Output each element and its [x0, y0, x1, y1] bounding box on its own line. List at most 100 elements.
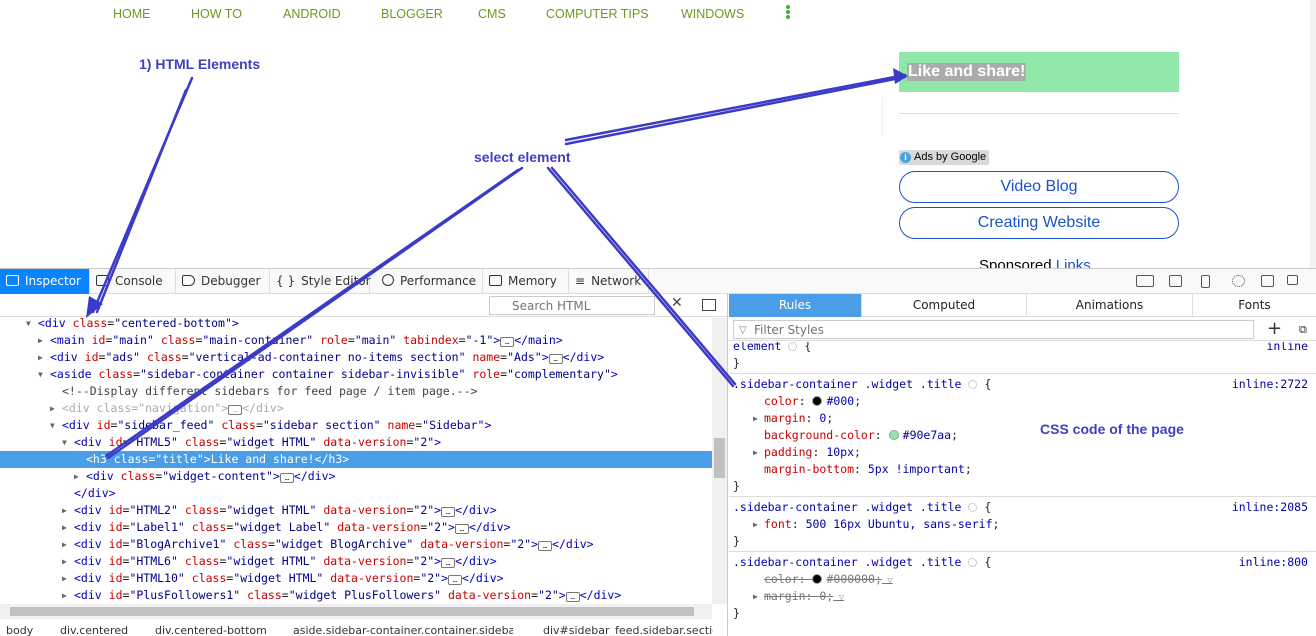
rule-selector-line[interactable]: element {inline: [729, 342, 1316, 355]
css-declaration[interactable]: color: #000000; ▽: [729, 571, 1316, 588]
tree-node[interactable]: ▶ <div id="HTML6" class="widget HTML" dat…: [0, 553, 712, 570]
css-declaration[interactable]: ▶ font: 500 16px Ubuntu, sans-serif;: [729, 516, 1316, 533]
frame-select-icon[interactable]: [1169, 275, 1182, 287]
collapsed-children-badge[interactable]: …: [538, 541, 553, 551]
tree-node[interactable]: ▶ <div id="Label1" class="widget Label" d…: [0, 519, 712, 536]
tab-rules[interactable]: Rules: [729, 294, 862, 317]
breadcrumb-item[interactable]: div#sidebar_feed.sidebar.section: [543, 624, 713, 636]
ad-link-creating-website[interactable]: Creating Website: [899, 207, 1179, 239]
expand-twisty-icon[interactable]: ▶: [753, 410, 758, 427]
collapsed-twisty-icon[interactable]: ▶: [62, 587, 67, 604]
tree-node[interactable]: ▶ <div id="ads" class="vertical-ad-contai…: [0, 349, 712, 366]
rule-source-link[interactable]: inline:2722: [1232, 376, 1308, 393]
more-vertical-icon[interactable]: [786, 4, 792, 22]
collapsed-children-badge[interactable]: …: [565, 592, 580, 602]
tree-node[interactable]: </div>: [0, 485, 712, 502]
filter-styles-input[interactable]: [733, 320, 1254, 339]
responsive-design-icon[interactable]: [1136, 275, 1154, 287]
expanded-twisty-icon[interactable]: ▼: [50, 417, 55, 434]
dock-side-icon[interactable]: [1261, 275, 1274, 287]
collapsed-twisty-icon[interactable]: ▶: [38, 349, 43, 366]
tree-horizontal-scrollbar[interactable]: [0, 604, 712, 619]
tree-node[interactable]: ▶ <div id="PlusFollowers1" class="widget …: [0, 587, 712, 604]
tree-node[interactable]: ▶ <div id="HTML10" class="widget HTML" da…: [0, 570, 712, 587]
css-property-name[interactable]: color: [764, 394, 799, 408]
tree-node[interactable]: ▶ <main id="main" class="main-container" …: [0, 332, 712, 349]
css-declaration[interactable]: ▶ padding: 10px;: [729, 444, 1316, 461]
color-swatch[interactable]: [888, 430, 899, 440]
collapsed-children-badge[interactable]: …: [441, 507, 456, 517]
separate-window-icon[interactable]: [1287, 275, 1298, 285]
breadcrumb-item[interactable]: div.centered-bottom: [155, 624, 267, 636]
ad-link-video-blog[interactable]: Video Blog: [899, 171, 1179, 203]
search-html-input[interactable]: [489, 296, 655, 315]
collapsed-twisty-icon[interactable]: ▶: [62, 502, 67, 519]
css-declaration[interactable]: ▶ margin: 0; ▽: [729, 588, 1316, 605]
collapsed-children-badge[interactable]: …: [448, 575, 463, 585]
expand-twisty-icon[interactable]: ▶: [753, 444, 758, 461]
filter-icon[interactable]: ▽: [833, 593, 844, 603]
collapsed-twisty-icon[interactable]: ▶: [38, 332, 43, 349]
expanded-twisty-icon[interactable]: ▼: [62, 434, 67, 451]
collapsed-children-badge[interactable]: …: [228, 405, 243, 415]
collapsed-twisty-icon[interactable]: ▶: [62, 536, 67, 553]
collapsed-twisty-icon[interactable]: ▶: [74, 468, 79, 485]
rule-source-link[interactable]: inline:800: [1239, 554, 1308, 571]
toggle-sidebar-icon[interactable]: [702, 299, 716, 311]
tab-inspector[interactable]: Inspector: [0, 269, 90, 294]
rule-source-link[interactable]: inline: [1266, 342, 1308, 355]
nav-android[interactable]: ANDROID: [283, 7, 341, 21]
settings-gear-icon[interactable]: [1232, 275, 1245, 287]
rule-selector[interactable]: .sidebar-container .widget .title: [733, 377, 961, 391]
css-property-value[interactable]: 0: [819, 411, 826, 425]
tab-animations[interactable]: Animations: [1027, 294, 1193, 317]
gear-icon[interactable]: [968, 558, 978, 567]
rule-selector[interactable]: .sidebar-container .widget .title: [733, 555, 961, 569]
color-swatch[interactable]: [812, 396, 823, 406]
tab-network[interactable]: ≡ Network: [569, 269, 649, 294]
css-property-name[interactable]: background-color: [764, 428, 875, 442]
expand-twisty-icon[interactable]: ▶: [753, 588, 758, 605]
rule-selector-line[interactable]: .sidebar-container .widget .title {inlin…: [729, 554, 1316, 571]
tree-node[interactable]: ▶ <div id="BlogArchive1" class="widget Bl…: [0, 536, 712, 553]
tree-node[interactable]: ▼ <div id="HTML5" class="widget HTML" dat…: [0, 434, 712, 451]
rule-selector[interactable]: element: [733, 342, 781, 353]
collapsed-children-badge[interactable]: …: [454, 524, 469, 534]
expanded-twisty-icon[interactable]: ▼: [26, 318, 31, 332]
scroll-thumb[interactable]: [714, 438, 725, 478]
css-property-name[interactable]: margin-bottom: [764, 462, 854, 476]
device-icon[interactable]: [1201, 275, 1210, 288]
nav-windows[interactable]: WINDOWS: [681, 7, 744, 21]
rule-selector-line[interactable]: .sidebar-container .widget .title {inlin…: [729, 499, 1316, 516]
gear-icon[interactable]: [788, 342, 798, 351]
tab-performance[interactable]: Performance: [376, 269, 483, 294]
css-property-value[interactable]: #000: [826, 394, 854, 408]
nav-cms[interactable]: CMS: [478, 7, 506, 21]
ads-by-google-badge[interactable]: i Ads by Google: [899, 150, 990, 165]
expand-twisty-icon[interactable]: ▶: [753, 516, 758, 533]
rule-source-link[interactable]: inline:2085: [1232, 499, 1308, 516]
tree-node[interactable]: ▼ <div id="sidebar_feed" class="sidebar s…: [0, 417, 712, 434]
collapsed-children-badge[interactable]: …: [500, 337, 515, 347]
collapsed-twisty-icon[interactable]: ▶: [50, 400, 55, 417]
css-declaration[interactable]: color: #000;: [729, 393, 1316, 410]
close-icon[interactable]: ✕: [671, 295, 683, 311]
tree-node[interactable]: ▼ <div class="centered-bottom">: [0, 318, 712, 332]
nav-computer-tips[interactable]: COMPUTER TIPS: [546, 7, 649, 21]
tab-style-editor[interactable]: { } Style Editor: [270, 269, 371, 294]
css-declaration[interactable]: background-color: #90e7aa;: [729, 427, 1316, 444]
scroll-thumb[interactable]: [10, 607, 694, 616]
tree-vertical-scrollbar[interactable]: [712, 318, 727, 604]
tree-node[interactable]: ▼ <aside class="sidebar-container contain…: [0, 366, 712, 383]
tab-computed[interactable]: Computed: [862, 294, 1027, 317]
collapsed-children-badge[interactable]: …: [441, 558, 456, 568]
css-property-value[interactable]: #000000: [826, 572, 874, 586]
tree-node[interactable]: ▶ <div class="widget-content">… </div>: [0, 468, 712, 485]
collapsed-twisty-icon[interactable]: ▶: [62, 570, 67, 587]
tab-console[interactable]: Console: [90, 269, 176, 294]
collapsed-twisty-icon[interactable]: ▶: [62, 519, 67, 536]
css-property-name[interactable]: margin: [764, 589, 806, 603]
filter-icon[interactable]: ▽: [882, 576, 892, 586]
css-declaration[interactable]: margin-bottom: 5px !important;: [729, 461, 1316, 478]
sponsored-links-link[interactable]: Links: [1056, 257, 1091, 268]
